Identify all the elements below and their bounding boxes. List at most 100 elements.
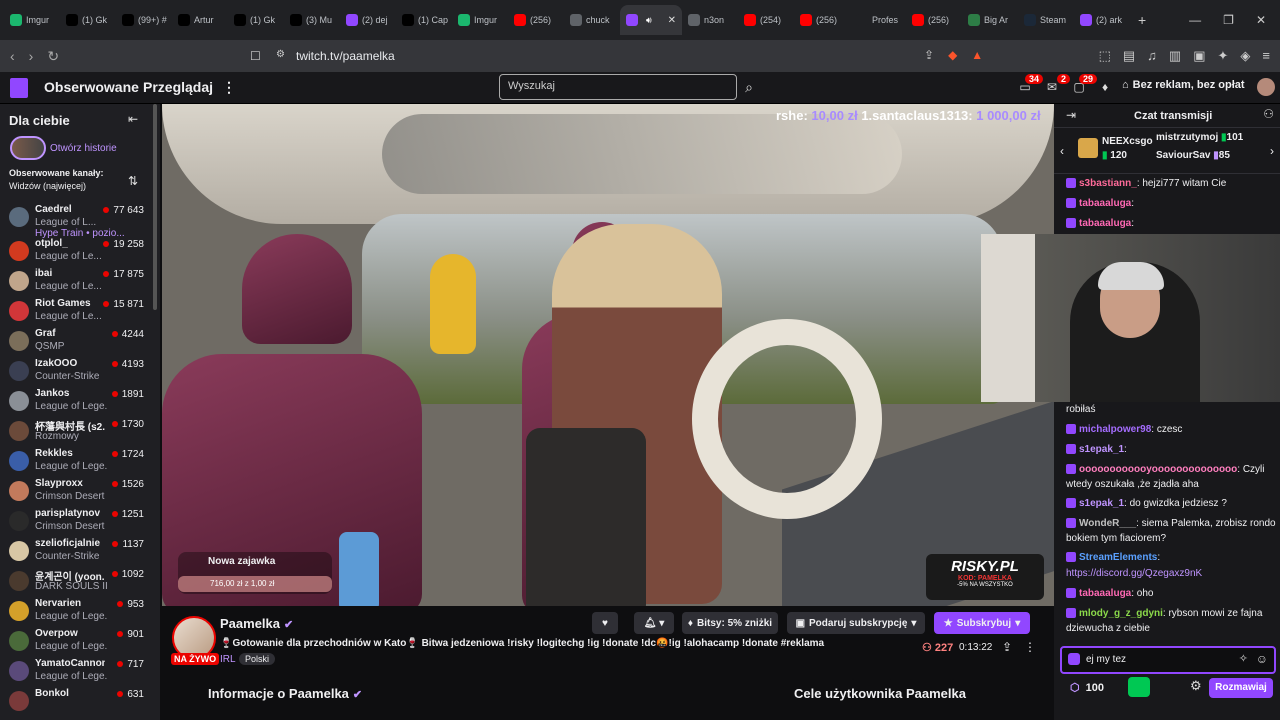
follow-heart-icon[interactable]: ♥ [592, 612, 618, 634]
browser-tab[interactable]: Profes [850, 5, 906, 35]
browser-tab[interactable]: (3) Mu [284, 5, 340, 35]
sidebar-channel[interactable]: Rekkles League of Lege... 1724 [0, 446, 155, 476]
browser-tab[interactable]: (2) ark [1074, 5, 1130, 35]
browser-tab[interactable]: Big Ar [962, 5, 1018, 35]
claim-bonus-icon[interactable] [1128, 677, 1150, 697]
nav-following[interactable]: Obserwowane [44, 79, 139, 95]
channel-points[interactable]: 100 [1070, 681, 1104, 694]
streamer-name[interactable]: Paamelka ✔ [220, 616, 293, 631]
sidebar-channel[interactable]: Jankos League of Lege... 1891 [0, 386, 155, 416]
sidebar-channel[interactable]: 윤계곤이 (yoon... DARK SOULS III 1092 [0, 566, 155, 596]
close-window-icon[interactable]: ✕ [1256, 13, 1266, 27]
media-icon[interactable]: ♫ [1147, 48, 1157, 64]
more-icon[interactable]: ⋮ [222, 79, 236, 96]
browser-tab[interactable]: (1) Gk [228, 5, 284, 35]
chat-username[interactable]: tabaaaluga [1079, 218, 1131, 229]
vpn-icon[interactable]: ◈ [1240, 48, 1250, 64]
twitch-logo-icon[interactable] [10, 78, 28, 98]
audio-icon[interactable]: 🔊︎ [646, 15, 652, 26]
sidebar-scrollbar[interactable] [153, 104, 157, 310]
notification-bell-icon[interactable]: 🔔︎ ▾ [634, 612, 674, 634]
bits-button[interactable]: ♦ Bitsy: 5% zniżki [682, 612, 778, 634]
reload-icon[interactable]: ↻ [47, 48, 59, 65]
browser-tab[interactable]: Artur [172, 5, 228, 35]
notifications-icon[interactable]: ✉ 2 [1044, 74, 1070, 96]
browser-tab[interactable]: (99+) # [116, 5, 172, 35]
sidebar-channel[interactable]: parisplatynov Crimson Desert 1251 [0, 506, 155, 536]
chat-username[interactable]: tabaaaluga [1079, 198, 1131, 209]
browser-tab[interactable]: Imgur [452, 5, 508, 35]
forward-icon[interactable]: › [29, 48, 34, 65]
browser-tab[interactable]: (256) [794, 5, 850, 35]
bookmark-icon[interactable]: ☐ [250, 49, 261, 63]
restore-icon[interactable]: ❐ [1223, 13, 1234, 27]
new-tab-button[interactable]: + [1138, 12, 1146, 28]
inbox-icon[interactable]: ▭ 34 [1017, 74, 1043, 96]
minimize-icon[interactable]: — [1189, 13, 1201, 27]
sidebar-channel[interactable]: IzakOOO Counter-Strike 4193 [0, 356, 155, 386]
sidebar-icon[interactable]: ▥ [1169, 48, 1181, 64]
chat-settings-icon[interactable]: ⚙ [1190, 678, 1202, 694]
collapse-sidebar-icon[interactable]: ⇤ [128, 112, 138, 126]
leo-icon[interactable]: ✦ [1218, 48, 1229, 64]
adfree-button[interactable]: ⌂ Bez reklam, bez opłat [1122, 79, 1245, 91]
collapse-chat-icon[interactable]: ⇥ [1066, 108, 1076, 122]
wallet-icon[interactable]: ▣ [1193, 48, 1205, 64]
share-stream-icon[interactable]: ⇪ [1002, 640, 1012, 654]
chat-username[interactable]: s1epak_1 [1079, 498, 1124, 509]
reader-icon[interactable]: ▤ [1123, 48, 1135, 64]
chat-username[interactable]: mlody_g_z_gdyni [1079, 608, 1163, 619]
leader-next-icon[interactable]: › [1270, 144, 1274, 158]
community-icon[interactable]: ⚇ [1263, 107, 1274, 121]
chat-username[interactable]: s3bastiann_ [1079, 178, 1137, 189]
browser-tab[interactable]: Imgur [4, 5, 60, 35]
browser-tab[interactable]: Steam [1018, 5, 1074, 35]
search-input[interactable]: Wyszukaj [499, 74, 737, 100]
sidebar-channel[interactable]: otplol_ League of Le... 19 258 [0, 236, 155, 266]
chat-username[interactable]: WondeR___ [1079, 518, 1136, 529]
nav-browse[interactable]: Przeglądaj [143, 79, 213, 95]
back-icon[interactable]: ‹ [10, 48, 15, 65]
video-player[interactable]: rshe: 10,00 zł 1.santaclaus1313: 1 000,0… [162, 104, 1054, 606]
browser-tab[interactable]: (256) [508, 5, 564, 35]
sidebar-channel[interactable]: Graf QSMP 4244 [0, 326, 155, 356]
emote-icon[interactable]: ☺ [1256, 652, 1268, 666]
brave-rewards-icon[interactable]: ▲ [971, 48, 983, 62]
sidebar-channel[interactable]: Bonkol 631 [0, 686, 155, 716]
whispers-icon[interactable]: ▢ 29 [1071, 74, 1097, 96]
sidebar-channel[interactable]: Riot Games League of Le... 15 871 [0, 296, 155, 326]
chat-send-button[interactable]: Rozmawiaj [1209, 678, 1273, 698]
sidebar-channel[interactable]: Nervarien League of Lege... 953 [0, 596, 155, 626]
chat-username[interactable]: michalpower98 [1079, 424, 1151, 435]
sidebar-channel[interactable]: Overpow League of Lege... 901 [0, 626, 155, 656]
gift-sub-button[interactable]: ▣ Podaruj subskrypcję ▾ [787, 612, 925, 634]
sidebar-channel[interactable]: 杯藩與村長 (s2... Rozmowy 1730 [0, 416, 155, 446]
brave-shield-icon[interactable]: ◆ [948, 48, 957, 62]
site-info-icon[interactable]: ⚙ [276, 49, 285, 60]
close-tab-icon[interactable]: ✕ [668, 15, 676, 26]
browser-tab[interactable]: (256) [906, 5, 962, 35]
sidebar-channel[interactable]: ibai League of Le... 17 875 [0, 266, 155, 296]
browser-tab[interactable]: (2) dej [340, 5, 396, 35]
language-tag[interactable]: Polski [239, 653, 276, 665]
more-options-icon[interactable]: ⋮ [1024, 640, 1036, 654]
subscribe-button[interactable]: ★ Subskrybuj ▾ [934, 612, 1030, 634]
browser-tab[interactable]: (1) Gk [60, 5, 116, 35]
chat-username[interactable]: s1epak_1 [1079, 444, 1124, 455]
chat-username[interactable]: StreamElements [1079, 552, 1157, 563]
browser-tab[interactable]: n3on [682, 5, 738, 35]
chat-input[interactable]: ej my tez ✧ ☺ [1060, 646, 1276, 674]
browser-tab[interactable]: (254) [738, 5, 794, 35]
chat-username[interactable]: oooooooooooyoooooooooooooo [1079, 464, 1237, 475]
user-avatar[interactable] [1257, 78, 1275, 96]
leader-prev-icon[interactable]: ‹ [1060, 144, 1064, 158]
chat-username[interactable]: tabaaaluga [1079, 588, 1131, 599]
prime-icon[interactable]: ♦ [1097, 80, 1113, 96]
sidebar-channel[interactable]: szelioficjalnie Counter-Strike 1137 [0, 536, 155, 566]
sidebar-channel[interactable]: Slayproxx Crimson Desert 1526 [0, 476, 155, 506]
browser-tab[interactable]: 🔊︎ ✕ [620, 5, 682, 35]
browser-tab[interactable]: (1) Cap [396, 5, 452, 35]
url-field[interactable]: twitch.tv/paamelka [296, 49, 395, 63]
category-link[interactable]: IRL [220, 654, 236, 665]
sort-icon[interactable]: ⇅ [128, 174, 138, 188]
